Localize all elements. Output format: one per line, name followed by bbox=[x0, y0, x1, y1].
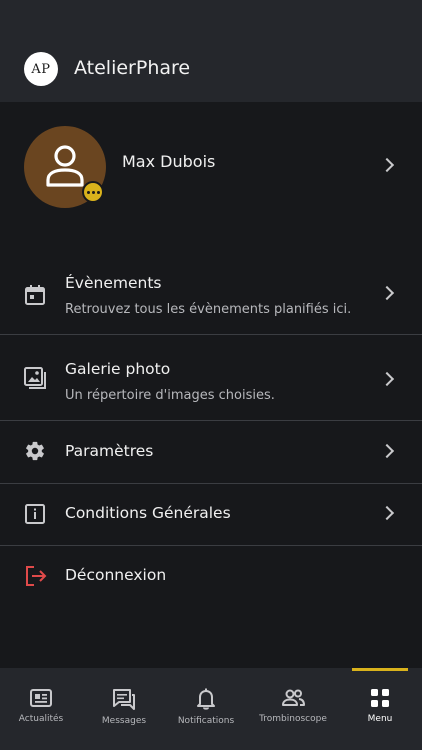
chevron-right-icon bbox=[379, 505, 395, 521]
bell-icon bbox=[197, 688, 215, 710]
avatar bbox=[24, 126, 106, 208]
chat-icon bbox=[113, 689, 135, 710]
menu-item-title: Évènements bbox=[65, 274, 162, 292]
menu-item-title: Paramètres bbox=[65, 442, 154, 460]
menu-item-galerie-photo[interactable]: Galerie photo Un répertoire d'images cho… bbox=[0, 335, 422, 421]
menu-item-conditions-generales[interactable]: Conditions Générales bbox=[0, 484, 422, 546]
app-header: AP AtelierPhare bbox=[0, 0, 422, 102]
menu-item-title: Galerie photo bbox=[65, 360, 171, 378]
app-logo: AP bbox=[24, 52, 58, 86]
nav-item-actualites[interactable]: Actualités bbox=[0, 668, 82, 750]
nav-item-menu[interactable]: Menu bbox=[340, 668, 420, 750]
chevron-right-icon bbox=[379, 371, 395, 387]
nav-item-messages[interactable]: Messages bbox=[82, 668, 166, 750]
menu-item-subtitle: Un répertoire d'images choisies. bbox=[65, 388, 275, 403]
menu-item-deconnexion[interactable]: Déconnexion bbox=[0, 546, 422, 608]
news-icon bbox=[30, 689, 52, 707]
gear-icon bbox=[26, 441, 44, 461]
nav-label: Messages bbox=[101, 716, 147, 726]
menu-item-title: Déconnexion bbox=[65, 566, 167, 584]
menu-item-subtitle: Retrouvez tous les évènements planifiés … bbox=[65, 302, 352, 317]
chevron-right-icon bbox=[379, 157, 395, 173]
people-icon bbox=[282, 689, 305, 706]
menu-item-evenements[interactable]: Évènements Retrouvez tous les évènements… bbox=[0, 252, 422, 335]
logout-icon bbox=[26, 566, 47, 586]
bottom-nav: Actualités Messages Notifications Trombi… bbox=[0, 668, 422, 750]
info-icon bbox=[25, 504, 45, 524]
nav-label: Menu bbox=[367, 714, 393, 724]
profile-row[interactable]: Max Dubois bbox=[0, 118, 422, 216]
calendar-icon bbox=[25, 285, 45, 305]
chevron-right-icon bbox=[379, 443, 395, 459]
menu-item-title: Conditions Générales bbox=[65, 504, 231, 522]
more-dots-icon[interactable] bbox=[82, 181, 104, 203]
nav-label: Trombinoscope bbox=[259, 714, 327, 724]
person-icon bbox=[46, 145, 84, 187]
chevron-right-icon bbox=[379, 285, 395, 301]
profile-name: Max Dubois bbox=[122, 152, 216, 171]
menu-item-parametres[interactable]: Paramètres bbox=[0, 421, 422, 484]
nav-label: Notifications bbox=[177, 716, 235, 726]
photo-gallery-icon bbox=[24, 367, 46, 389]
nav-item-notifications[interactable]: Notifications bbox=[166, 668, 246, 750]
app-title: AtelierPhare bbox=[74, 57, 191, 79]
grid-icon bbox=[371, 689, 389, 707]
nav-label: Actualités bbox=[18, 714, 64, 724]
nav-item-trombinoscope[interactable]: Trombinoscope bbox=[246, 668, 340, 750]
